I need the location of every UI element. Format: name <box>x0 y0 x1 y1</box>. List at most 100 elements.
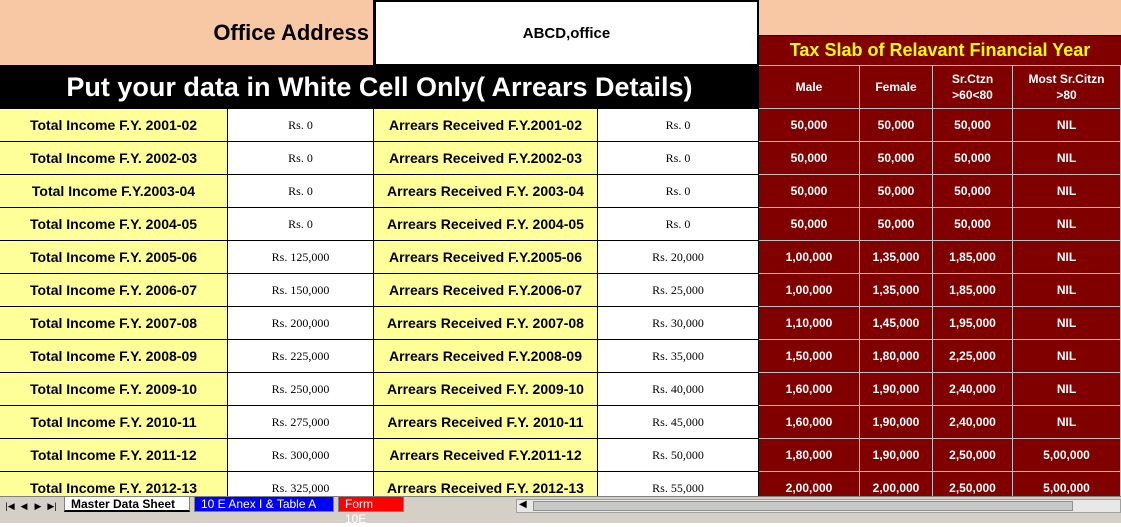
slab-female: 2,00,000 <box>860 472 933 496</box>
slab-senior: 1,85,000 <box>933 274 1013 307</box>
arrears-input[interactable]: Rs. 50,000 <box>598 439 759 472</box>
office-address-input[interactable]: ABCD,office <box>374 0 759 66</box>
arrears-label: Arrears Received F.Y.2008-09 <box>374 340 598 373</box>
slab-male: 1,60,000 <box>759 373 860 406</box>
arrears-input[interactable]: Rs. 0 <box>598 208 759 241</box>
arrears-input[interactable]: Rs. 0 <box>598 142 759 175</box>
income-input[interactable]: Rs. 200,000 <box>228 307 374 340</box>
slab-female: 50,000 <box>860 109 933 142</box>
slab-most-senior: NIL <box>1013 307 1121 340</box>
income-label: Total Income F.Y. 2005-06 <box>0 241 228 274</box>
slab-female: 1,90,000 <box>860 439 933 472</box>
slab-header-blank <box>759 0 1121 36</box>
arrears-input[interactable]: Rs. 0 <box>598 175 759 208</box>
arrears-input[interactable]: Rs. 0 <box>598 109 759 142</box>
slab-most-senior: NIL <box>1013 208 1121 241</box>
income-input[interactable]: Rs. 150,000 <box>228 274 374 307</box>
tab-10e-anex[interactable]: 10 E Anex I & Table A <box>194 497 334 512</box>
income-label: Total Income F.Y. 2004-05 <box>0 208 228 241</box>
income-input[interactable]: Rs. 275,000 <box>228 406 374 439</box>
next-sheet-icon[interactable]: ▶ <box>32 500 44 512</box>
income-input[interactable]: Rs. 225,000 <box>228 340 374 373</box>
arrears-input[interactable]: Rs. 25,000 <box>598 274 759 307</box>
income-input[interactable]: Rs. 125,000 <box>228 241 374 274</box>
arrears-label: Arrears Received F.Y.2006-07 <box>374 274 598 307</box>
arrears-input[interactable]: Rs. 55,000 <box>598 472 759 496</box>
slab-col-senior: Sr.Ctzn >60<80 <box>933 66 1013 109</box>
arrears-input[interactable]: Rs. 35,000 <box>598 340 759 373</box>
income-input[interactable]: Rs. 250,000 <box>228 373 374 406</box>
income-label: Total Income F.Y. 2006-07 <box>0 274 228 307</box>
arrears-input[interactable]: Rs. 45,000 <box>598 406 759 439</box>
slab-male: 50,000 <box>759 208 860 241</box>
slab-most-senior: NIL <box>1013 406 1121 439</box>
arrears-label: Arrears Received F.Y. 2003-04 <box>374 175 598 208</box>
slab-col-most-senior: Most Sr.Citzn >80 <box>1013 66 1121 109</box>
slab-senior: 2,40,000 <box>933 373 1013 406</box>
spreadsheet-grid: Office Address ABCD,office Tax Slab of R… <box>0 0 1121 496</box>
slab-male: 1,80,000 <box>759 439 860 472</box>
slab-male: 1,60,000 <box>759 406 860 439</box>
income-label: Total Income F.Y. 2012-13 <box>0 472 228 496</box>
scroll-left-icon[interactable]: ◀ <box>519 499 527 510</box>
tab-master-data-sheet[interactable]: Master Data Sheet <box>64 497 190 512</box>
slab-male: 50,000 <box>759 175 860 208</box>
slab-most-senior: NIL <box>1013 373 1121 406</box>
slab-male: 1,10,000 <box>759 307 860 340</box>
income-input[interactable]: Rs. 0 <box>228 109 374 142</box>
slab-senior: 50,000 <box>933 109 1013 142</box>
arrears-label: Arrears Received F.Y. 2007-08 <box>374 307 598 340</box>
arrears-label: Arrears Received F.Y. 2010-11 <box>374 406 598 439</box>
income-input[interactable]: Rs. 0 <box>228 142 374 175</box>
slab-female: 50,000 <box>860 208 933 241</box>
tab-form-10e[interactable]: Form 10E <box>338 497 404 526</box>
prev-sheet-icon[interactable]: ◀ <box>18 500 30 512</box>
slab-male: 1,00,000 <box>759 241 860 274</box>
slab-female: 1,35,000 <box>860 241 933 274</box>
slab-most-senior: 5,00,000 <box>1013 439 1121 472</box>
slab-female: 1,80,000 <box>860 340 933 373</box>
sheet-tab-bar: |◀ ◀ ▶ ▶| Master Data Sheet 10 E Anex I … <box>0 496 1121 526</box>
horizontal-scrollbar[interactable]: ◀ <box>516 499 1121 513</box>
slab-male: 1,50,000 <box>759 340 860 373</box>
arrears-label: Arrears Received F.Y.2005-06 <box>374 241 598 274</box>
income-label: Total Income F.Y. 2009-10 <box>0 373 228 406</box>
scroll-thumb[interactable] <box>533 501 1073 511</box>
first-sheet-icon[interactable]: |◀ <box>4 500 16 512</box>
slab-female: 50,000 <box>860 142 933 175</box>
income-label: Total Income F.Y. 2002-03 <box>0 142 228 175</box>
arrears-input[interactable]: Rs. 40,000 <box>598 373 759 406</box>
slab-male: 2,00,000 <box>759 472 860 496</box>
last-sheet-icon[interactable]: ▶| <box>46 500 58 512</box>
arrears-input[interactable]: Rs. 20,000 <box>598 241 759 274</box>
arrears-label: Arrears Received F.Y. 2004-05 <box>374 208 598 241</box>
arrears-input[interactable]: Rs. 30,000 <box>598 307 759 340</box>
income-label: Total Income F.Y. 2007-08 <box>0 307 228 340</box>
slab-col-female: Female <box>860 66 933 109</box>
income-input[interactable]: Rs. 0 <box>228 175 374 208</box>
income-input[interactable]: Rs. 0 <box>228 208 374 241</box>
slab-female: 1,35,000 <box>860 274 933 307</box>
slab-female: 50,000 <box>860 175 933 208</box>
slab-most-senior: NIL <box>1013 274 1121 307</box>
income-input[interactable]: Rs. 325,000 <box>228 472 374 496</box>
income-label: Total Income F.Y. 2001-02 <box>0 109 228 142</box>
slab-senior: 2,50,000 <box>933 439 1013 472</box>
slab-senior: 50,000 <box>933 142 1013 175</box>
arrears-label: Arrears Received F.Y.2011-12 <box>374 439 598 472</box>
slab-title: Tax Slab of Relavant Financial Year <box>759 36 1121 66</box>
slab-most-senior: NIL <box>1013 340 1121 373</box>
slab-col-male: Male <box>759 66 860 109</box>
slab-most-senior: NIL <box>1013 142 1121 175</box>
slab-female: 1,90,000 <box>860 373 933 406</box>
income-label: Total Income F.Y. 2008-09 <box>0 340 228 373</box>
slab-female: 1,45,000 <box>860 307 933 340</box>
slab-senior: 1,85,000 <box>933 241 1013 274</box>
slab-most-senior: NIL <box>1013 109 1121 142</box>
income-label: Total Income F.Y. 2011-12 <box>0 439 228 472</box>
slab-most-senior: NIL <box>1013 175 1121 208</box>
arrears-label: Arrears Received F.Y. 2012-13 <box>374 472 598 496</box>
income-input[interactable]: Rs. 300,000 <box>228 439 374 472</box>
slab-most-senior: NIL <box>1013 241 1121 274</box>
income-label: Total Income F.Y.2003-04 <box>0 175 228 208</box>
